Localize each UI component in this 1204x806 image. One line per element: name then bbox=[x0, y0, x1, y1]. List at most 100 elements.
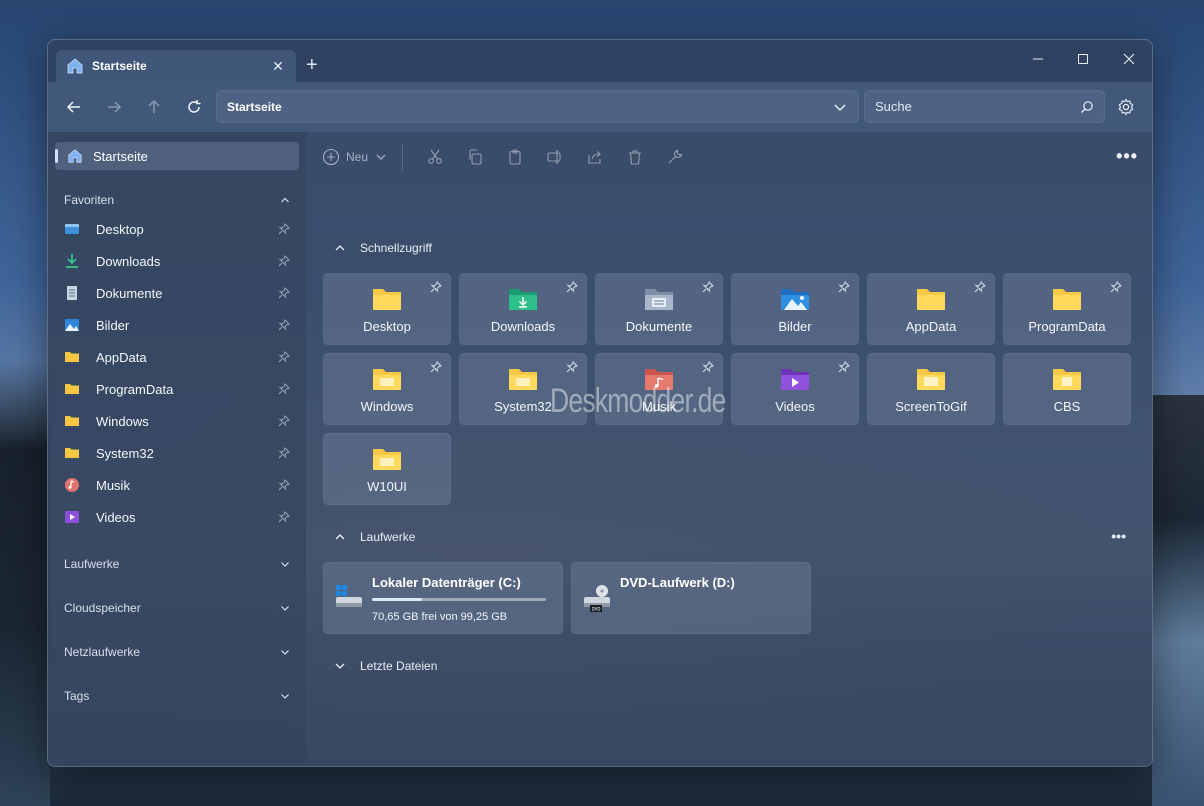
pin-icon[interactable] bbox=[974, 281, 986, 293]
refresh-button[interactable] bbox=[180, 94, 208, 120]
sidebar-item-system32[interactable]: System32 bbox=[64, 439, 290, 467]
quick-access-card[interactable]: Videos bbox=[731, 353, 859, 425]
pin-icon[interactable] bbox=[278, 351, 290, 363]
back-button[interactable] bbox=[60, 94, 88, 120]
sidebar-item-appdata[interactable]: AppData bbox=[64, 343, 290, 371]
section-title: Laufwerke bbox=[360, 530, 416, 544]
quick-access-card[interactable]: Downloads bbox=[459, 273, 587, 345]
copy-button[interactable] bbox=[455, 143, 495, 171]
quick-access-card[interactable]: ScreenToGif bbox=[867, 353, 995, 425]
new-button-label: Neu bbox=[346, 150, 369, 164]
settings-button[interactable] bbox=[1114, 95, 1138, 119]
pin-icon[interactable] bbox=[278, 255, 290, 267]
quick-access-card[interactable]: Desktop bbox=[323, 273, 451, 345]
new-tab-button[interactable]: + bbox=[306, 54, 318, 76]
cut-button[interactable] bbox=[415, 143, 455, 171]
drive-card-d[interactable]: DVD DVD-Laufwerk (D:) bbox=[571, 562, 811, 634]
dvd-drive-icon: DVD bbox=[584, 585, 610, 612]
drive-card-c[interactable]: Lokaler Datenträger (C:) 70,65 GB frei v… bbox=[323, 562, 563, 634]
sidebar-section-laufwerke[interactable]: Laufwerke bbox=[64, 554, 290, 574]
sidebar-section-favoriten[interactable]: Favoriten bbox=[64, 190, 290, 210]
navigation-bar: Startseite bbox=[48, 82, 1152, 132]
chevron-up-icon bbox=[335, 245, 345, 251]
tab-close-icon[interactable]: ✕ bbox=[270, 58, 286, 75]
card-label: AppData bbox=[905, 319, 957, 334]
pin-icon[interactable] bbox=[702, 361, 714, 373]
downloads-folder-icon bbox=[509, 289, 537, 310]
paste-button[interactable] bbox=[495, 143, 535, 171]
new-button[interactable]: Neu bbox=[322, 148, 388, 166]
pin-icon[interactable] bbox=[838, 361, 850, 373]
quick-access-card[interactable]: Windows bbox=[323, 353, 451, 425]
pin-icon[interactable] bbox=[566, 281, 578, 293]
up-button[interactable] bbox=[140, 94, 168, 120]
share-icon bbox=[588, 151, 601, 164]
quick-access-card[interactable]: ProgramData bbox=[1003, 273, 1131, 345]
share-button[interactable] bbox=[575, 143, 615, 171]
pin-icon[interactable] bbox=[430, 281, 442, 293]
sidebar-item-label: Bilder bbox=[96, 317, 130, 333]
search-input[interactable] bbox=[875, 99, 1080, 114]
section-header-letzte-dateien[interactable]: Letzte Dateien bbox=[334, 659, 437, 673]
search-box[interactable] bbox=[864, 90, 1105, 123]
sidebar-item-musik[interactable]: Musik bbox=[64, 471, 290, 499]
sidebar-item-downloads[interactable]: Downloads bbox=[64, 247, 290, 275]
close-window-button[interactable] bbox=[1109, 46, 1149, 72]
sidebar-item-dokumente[interactable]: Dokumente bbox=[64, 279, 290, 307]
pin-icon[interactable] bbox=[278, 319, 290, 331]
sidebar-item-desktop[interactable]: Desktop bbox=[64, 215, 290, 243]
address-bar[interactable]: Startseite bbox=[216, 90, 859, 123]
sidebar-item-startseite[interactable]: Startseite bbox=[55, 142, 299, 170]
copy-icon bbox=[469, 149, 482, 165]
rename-button[interactable] bbox=[535, 143, 575, 171]
delete-button[interactable] bbox=[615, 143, 655, 171]
card-label: Bilder bbox=[778, 319, 812, 334]
maximize-button[interactable] bbox=[1063, 46, 1103, 72]
more-options-button[interactable]: ••• bbox=[1116, 146, 1138, 167]
section-title: Schnellzugriff bbox=[360, 241, 432, 255]
sidebar-item-windows[interactable]: Windows bbox=[64, 407, 290, 435]
properties-button[interactable] bbox=[655, 143, 695, 171]
pin-icon[interactable] bbox=[430, 361, 442, 373]
chevron-down-icon bbox=[281, 562, 289, 567]
sidebar-section-tags[interactable]: Tags bbox=[64, 686, 290, 706]
chevron-down-icon bbox=[281, 650, 289, 655]
section-header-laufwerke[interactable]: Laufwerke bbox=[334, 530, 415, 544]
sidebar-item-bilder[interactable]: Bilder bbox=[64, 311, 290, 339]
forward-button[interactable] bbox=[100, 94, 128, 120]
sidebar-item-videos[interactable]: Videos bbox=[64, 503, 290, 531]
files-app-window: Startseite ✕ + Startseite Suche Startsei… bbox=[47, 39, 1153, 767]
chevron-up-icon bbox=[335, 534, 345, 540]
quick-access-card[interactable]: CBS bbox=[1003, 353, 1131, 425]
sidebar-section-netzlaufwerke[interactable]: Netzlaufwerke bbox=[64, 642, 290, 662]
folder-icon bbox=[509, 369, 537, 390]
quick-access-card[interactable]: Bilder bbox=[731, 273, 859, 345]
minimize-button[interactable] bbox=[1018, 46, 1058, 72]
pin-icon[interactable] bbox=[278, 223, 290, 235]
refresh-icon bbox=[188, 100, 201, 113]
pin-icon[interactable] bbox=[278, 511, 290, 523]
quick-access-card[interactable]: Dokumente bbox=[595, 273, 723, 345]
drives-more-button[interactable]: ••• bbox=[1111, 528, 1126, 544]
pin-icon[interactable] bbox=[566, 361, 578, 373]
folder-icon bbox=[917, 369, 945, 390]
sidebar-section-cloudspeicher[interactable]: Cloudspeicher bbox=[64, 598, 290, 618]
sidebar-item-programdata[interactable]: ProgramData bbox=[64, 375, 290, 403]
pin-icon[interactable] bbox=[702, 281, 714, 293]
tab-startseite[interactable]: Startseite ✕ bbox=[56, 50, 296, 82]
section-label: Favoriten bbox=[64, 193, 115, 207]
search-icon[interactable] bbox=[1080, 100, 1094, 114]
pin-icon[interactable] bbox=[838, 281, 850, 293]
folder-icon bbox=[373, 449, 401, 470]
minimize-icon bbox=[1033, 58, 1043, 60]
pin-icon[interactable] bbox=[278, 287, 290, 299]
chevron-down-icon[interactable] bbox=[832, 99, 848, 115]
section-header-schnellzugriff[interactable]: Schnellzugriff bbox=[334, 241, 432, 255]
pin-icon[interactable] bbox=[278, 447, 290, 459]
pin-icon[interactable] bbox=[278, 479, 290, 491]
quick-access-card[interactable]: AppData bbox=[867, 273, 995, 345]
quick-access-card[interactable]: W10UI bbox=[323, 433, 451, 505]
pin-icon[interactable] bbox=[278, 415, 290, 427]
pin-icon[interactable] bbox=[278, 383, 290, 395]
pin-icon[interactable] bbox=[1110, 281, 1122, 293]
